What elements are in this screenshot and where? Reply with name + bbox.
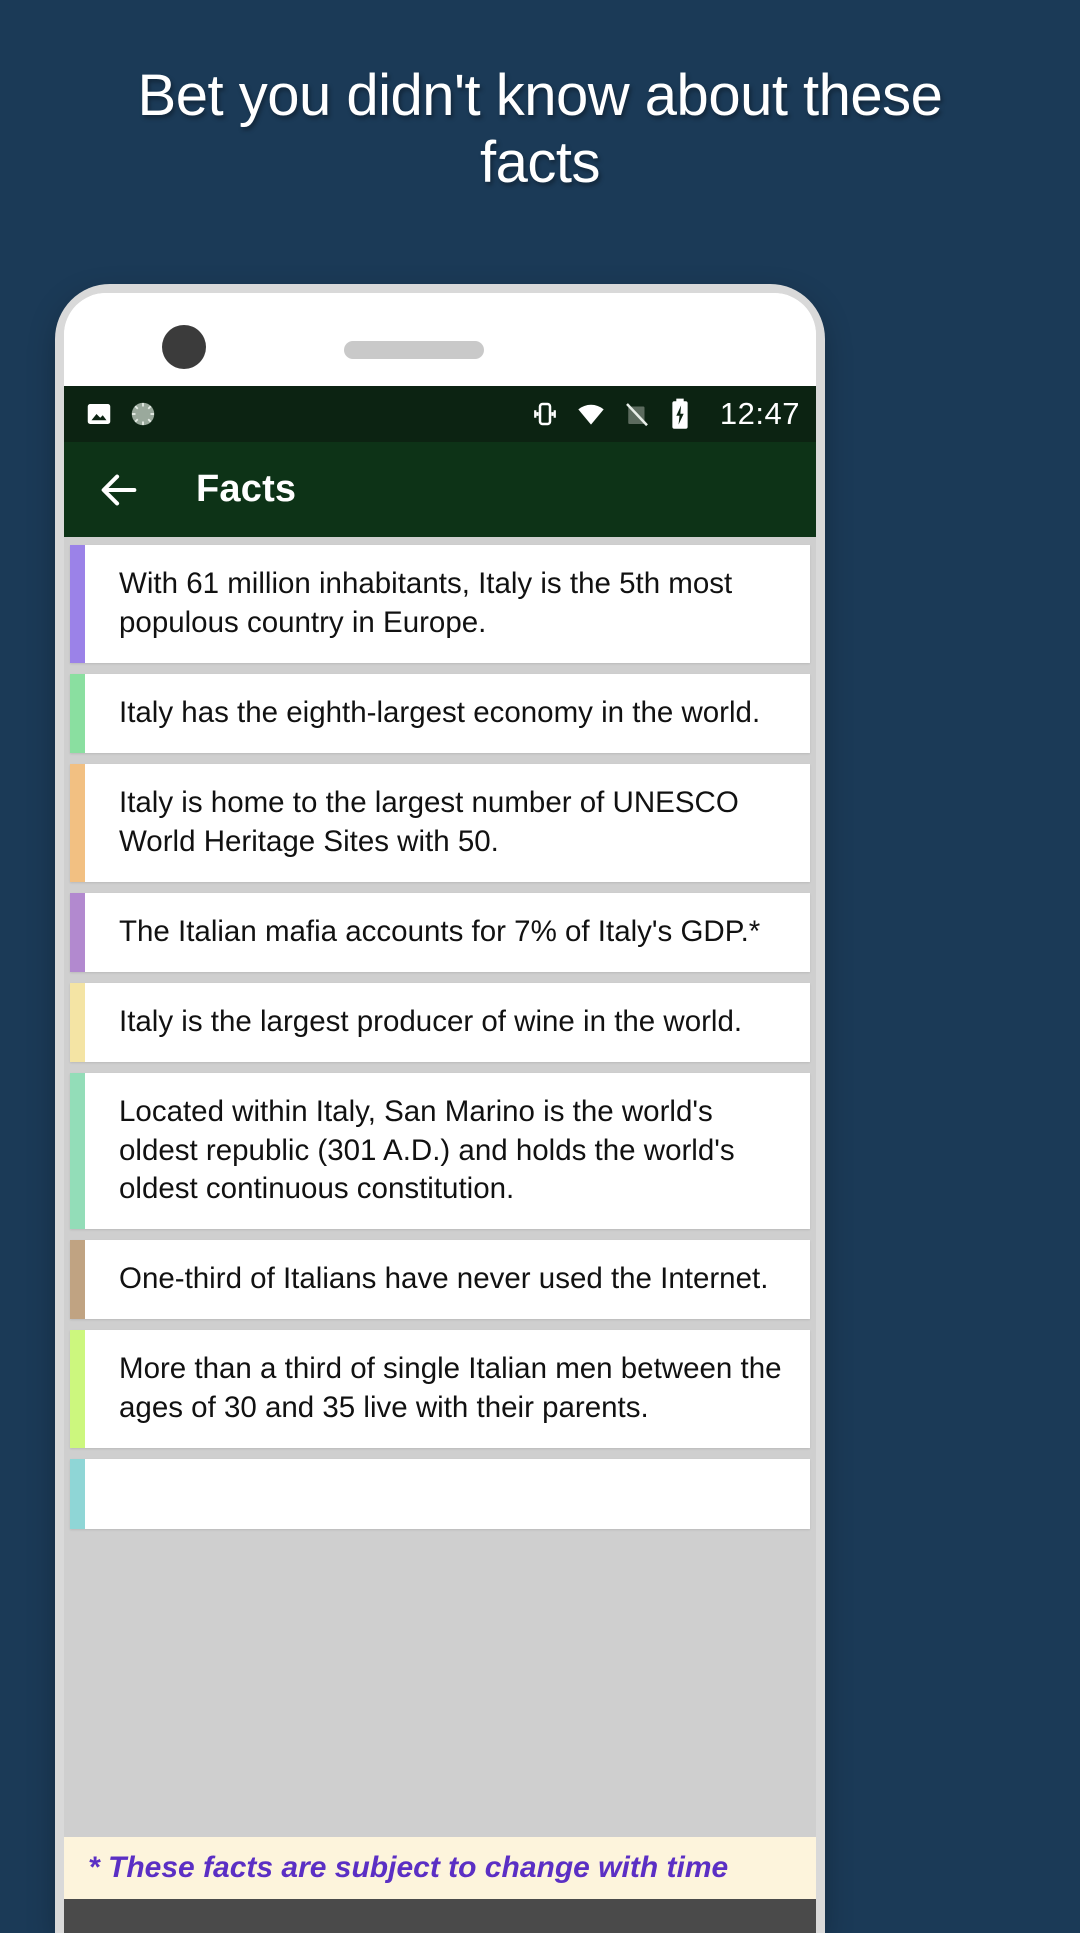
fact-card[interactable] [70, 1459, 810, 1530]
phone-device-mockup: 12:47 Facts With 61 million inhabitants,… [64, 293, 816, 1933]
fact-accent-bar [70, 892, 85, 972]
fact-text: The Italian mafia accounts for 7% of Ita… [119, 914, 761, 948]
fact-accent-bar [70, 763, 85, 882]
fact-text: Located within Italy, San Marino is the … [119, 1094, 735, 1206]
fact-accent-bar [70, 673, 85, 753]
facts-list[interactable]: With 61 million inhabitants, Italy is th… [64, 537, 816, 1933]
battery-charging-icon [667, 398, 693, 430]
fact-text: Italy is the largest producer of wine in… [119, 1004, 743, 1038]
app-bar: Facts [64, 442, 816, 537]
fact-accent-bar [70, 982, 85, 1062]
earpiece-speaker [344, 341, 484, 359]
fact-accent-bar [70, 1330, 85, 1449]
fact-accent-bar [70, 1240, 85, 1320]
status-bar-clock: 12:47 [719, 396, 800, 431]
fact-text [85, 1459, 810, 1529]
fact-text: With 61 million inhabitants, Italy is th… [119, 567, 733, 639]
status-bar: 12:47 [64, 386, 816, 442]
fact-card[interactable]: More than a third of single Italian men … [70, 1330, 810, 1449]
fact-text: Italy is home to the largest number of U… [119, 785, 739, 858]
fact-card[interactable]: With 61 million inhabitants, Italy is th… [70, 545, 810, 663]
footer-disclaimer: * These facts are subject to change with… [64, 1837, 816, 1899]
fact-card[interactable]: The Italian mafia accounts for 7% of Ita… [70, 892, 810, 972]
fact-accent-bar [70, 1072, 85, 1230]
phone-bezel-top [64, 293, 816, 386]
page-title: Facts [196, 468, 297, 510]
wifi-icon [575, 398, 607, 430]
fact-card[interactable]: One-third of Italians have never used th… [70, 1240, 810, 1320]
sync-spinner-icon [128, 399, 158, 429]
fact-card[interactable]: Located within Italy, San Marino is the … [70, 1072, 810, 1230]
fact-text: One-third of Italians have never used th… [119, 1262, 769, 1296]
fact-text: More than a third of single Italian men … [119, 1352, 782, 1425]
fact-card[interactable]: Italy has the eighth-largest economy in … [70, 673, 810, 753]
phone-screen: 12:47 Facts With 61 million inhabitants,… [64, 293, 816, 1933]
fact-card[interactable]: Italy is the largest producer of wine in… [70, 982, 810, 1062]
front-camera-icon [162, 325, 206, 369]
promo-headline: Bet you didn't know about these facts [137, 63, 943, 196]
back-arrow-icon[interactable] [96, 467, 142, 513]
fact-accent-bar [70, 1459, 85, 1530]
fact-card[interactable]: Italy is home to the largest number of U… [70, 763, 810, 882]
status-bar-notification-icons [84, 399, 158, 429]
status-bar-system-icons: 12:47 [530, 396, 800, 432]
signal-off-icon [622, 399, 652, 429]
android-navigation-bar [64, 1899, 816, 1933]
image-icon [84, 399, 114, 429]
fact-text: Italy has the eighth-largest economy in … [119, 695, 761, 729]
vibrate-icon [530, 399, 560, 429]
fact-accent-bar [70, 545, 85, 663]
